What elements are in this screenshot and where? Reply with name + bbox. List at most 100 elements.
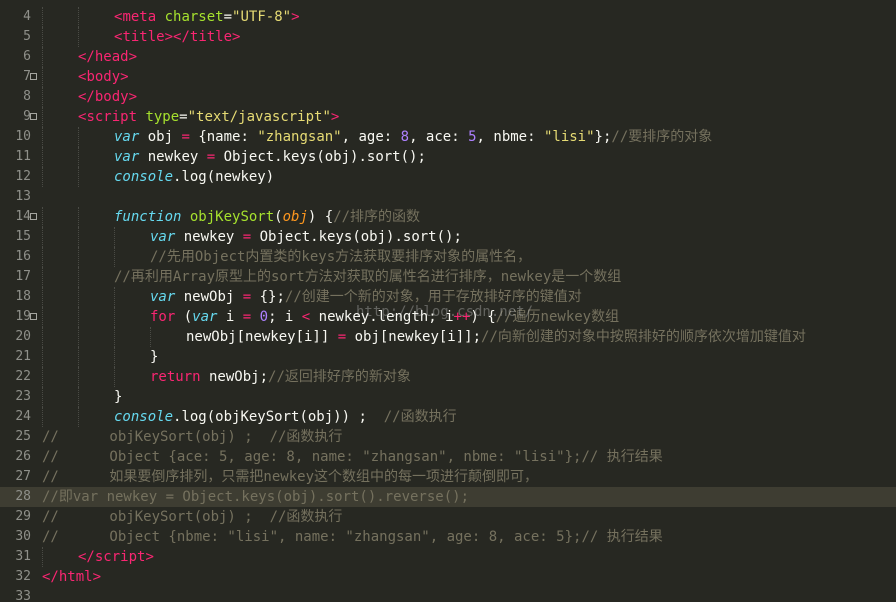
code-line[interactable]: 5 <title></title> — [0, 27, 896, 47]
indent-guide — [42, 67, 43, 87]
line-number: 23 — [15, 389, 31, 404]
code-line[interactable]: 27 // 如果要倒序排列，只需把newkey这个数组中的每一项进行颠倒即可， — [0, 467, 896, 487]
indent-guide — [78, 387, 79, 407]
fold-marker-icon[interactable] — [30, 73, 37, 80]
indent-guide — [114, 227, 115, 247]
line-number: 26 — [15, 449, 31, 464]
indent-guide — [78, 27, 79, 47]
code-text: function objKeySort(obj) {//排序的函数 — [114, 209, 421, 225]
indent-guide — [114, 327, 115, 347]
indent-guide — [42, 27, 43, 47]
indent-guide — [42, 267, 43, 287]
indent-guide — [42, 107, 43, 127]
code-text: </script> — [78, 549, 154, 565]
line-number: 25 — [15, 429, 31, 444]
code-line[interactable]: 4 <meta charset="UTF-8"> — [0, 7, 896, 27]
line-number: 33 — [15, 589, 31, 602]
indent-guide — [114, 247, 115, 267]
code-text: </head> — [78, 49, 138, 65]
indent-guide — [42, 247, 43, 267]
line-number: 18 — [15, 289, 31, 304]
code-line[interactable]: 25 // objKeySort(obj) ; //函数执行 — [0, 427, 896, 447]
indent-guide — [114, 367, 115, 387]
code-line[interactable]: 6 </head> — [0, 47, 896, 67]
code-line[interactable]: 30 // Object {nbme: "lisi", name: "zhangs… — [0, 527, 896, 547]
code-line[interactable]: 26 // Object {ace: 5, age: 8, name: "zhan… — [0, 447, 896, 467]
code-text: <title></title> — [114, 29, 241, 45]
code-line[interactable]: 11 var newkey = Object.keys(obj).sort(); — [0, 147, 896, 167]
code-text: <body> — [78, 69, 129, 85]
line-number: 6 — [23, 49, 31, 64]
code-line[interactable]: 8 </body> — [0, 87, 896, 107]
code-line[interactable]: 24 console.log(objKeySort(obj)) ; //函数执行 — [0, 407, 896, 427]
code-text: // objKeySort(obj) ; //函数执行 — [42, 509, 343, 525]
code-text: // Object {ace: 5, age: 8, name: "zhangs… — [42, 449, 663, 465]
line-number: 31 — [15, 549, 31, 564]
code-text: // objKeySort(obj) ; //函数执行 — [42, 429, 343, 445]
indent-guide — [42, 227, 43, 247]
indent-guide — [42, 547, 43, 567]
indent-guide — [42, 387, 43, 407]
code-line[interactable]: 18 var newObj = {};//创建一个新的对象，用于存放排好序的键值对 — [0, 287, 896, 307]
fold-marker-icon[interactable] — [30, 213, 37, 220]
line-number: 16 — [15, 249, 31, 264]
line-number: 21 — [15, 349, 31, 364]
code-text: var newkey = Object.keys(obj).sort(); — [150, 229, 462, 245]
indent-guide — [42, 167, 43, 187]
code-text: var newkey = Object.keys(obj).sort(); — [114, 149, 426, 165]
code-line[interactable]: 33 — [0, 587, 896, 602]
code-line[interactable]: 23} — [0, 387, 896, 407]
code-text: //先用Object内置类的keys方法获取要排序对象的属性名， — [150, 249, 532, 265]
line-number: 22 — [15, 369, 31, 384]
code-line[interactable]: 21} — [0, 347, 896, 367]
fold-marker-icon[interactable] — [30, 313, 37, 320]
indent-guide — [42, 147, 43, 167]
code-line[interactable]: 13 — [0, 187, 896, 207]
line-number: 7 — [23, 69, 31, 84]
line-number: 14 — [15, 209, 31, 224]
code-text: // Object {nbme: "lisi", name: "zhangsan… — [42, 529, 663, 545]
code-line[interactable]: 15 var newkey = Object.keys(obj).sort(); — [0, 227, 896, 247]
code-editor[interactable]: 4 <meta charset="UTF-8"> 5 <title></title> 6… — [0, 0, 896, 602]
code-line[interactable]: 7 <body> — [0, 67, 896, 87]
code-line[interactable]: 31 </script> — [0, 547, 896, 567]
code-text: var obj = {name: "zhangsan", age: 8, ace… — [114, 129, 713, 145]
code-line[interactable]: 22 return newObj;//返回排好序的新对象 — [0, 367, 896, 387]
line-number: 13 — [15, 189, 31, 204]
code-text: //再利用Array原型上的sort方法对获取的属性名进行排序，newkey是一… — [114, 269, 622, 285]
indent-guide — [78, 347, 79, 367]
code-line[interactable]: 16 //先用Object内置类的keys方法获取要排序对象的属性名， — [0, 247, 896, 267]
line-number: 8 — [23, 89, 31, 104]
code-line[interactable]: 20 newObj[newkey[i]] = obj[newkey[i]];//向… — [0, 327, 896, 347]
code-line[interactable]: 9 <script type="text/javascript"> — [0, 107, 896, 127]
indent-guide — [42, 327, 43, 347]
line-number: 20 — [15, 329, 31, 344]
indent-guide — [78, 267, 79, 287]
code-line[interactable]: 14 function objKeySort(obj) {//排序的函数 — [0, 207, 896, 227]
line-number: 29 — [15, 509, 31, 524]
indent-guide — [78, 127, 79, 147]
indent-guide — [42, 307, 43, 327]
code-line[interactable]: 28 //即var newkey = Object.keys(obj).sort(… — [0, 487, 896, 507]
code-text: } — [114, 389, 123, 405]
indent-guide — [114, 287, 115, 307]
indent-guide — [78, 327, 79, 347]
indent-guide — [114, 307, 115, 327]
line-number: 10 — [15, 129, 31, 144]
code-line[interactable]: 32 </html> — [0, 567, 896, 587]
code-line[interactable]: 17 //再利用Array原型上的sort方法对获取的属性名进行排序，newkey… — [0, 267, 896, 287]
line-number: 12 — [15, 169, 31, 184]
indent-guide — [114, 347, 115, 367]
indent-guide — [150, 327, 151, 347]
code-line[interactable]: 29 // objKeySort(obj) ; //函数执行 — [0, 507, 896, 527]
indent-guide — [78, 247, 79, 267]
code-text: // 如果要倒序排列，只需把newkey这个数组中的每一项进行颠倒即可， — [42, 469, 539, 485]
line-number: 5 — [23, 29, 31, 44]
code-line[interactable]: 10 var obj = {name: "zhangsan", age: 8, a… — [0, 127, 896, 147]
code-line[interactable]: 12 console.log(newkey) — [0, 167, 896, 187]
line-number: 30 — [15, 529, 31, 544]
indent-guide — [78, 367, 79, 387]
fold-marker-icon[interactable] — [30, 113, 37, 120]
code-text: } — [150, 349, 159, 365]
code-line[interactable]: 19 for (var i = 0; i < newkey.length; i++… — [0, 307, 896, 327]
